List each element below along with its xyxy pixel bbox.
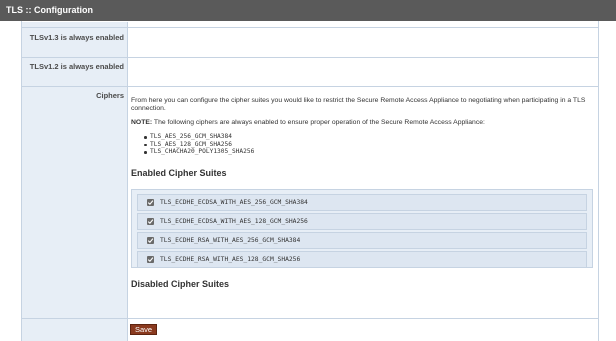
tls12-label: TLSv1.2 is always enabled — [29, 62, 124, 71]
row-divider — [22, 318, 598, 319]
ciphers-label: Ciphers — [96, 91, 124, 100]
suite-item[interactable]: TLS_ECDHE_ECDSA_WITH_AES_128_GCM_SHA256 — [137, 213, 587, 230]
ciphers-note: NOTE: The following ciphers are always e… — [131, 119, 593, 127]
list-item: TLS_AES_128_GCM_SHA256 — [144, 141, 254, 149]
enabled-suites-list: TLS_ECDHE_ECDSA_WITH_AES_256_GCM_SHA384 … — [131, 189, 593, 268]
row-divider — [22, 27, 598, 28]
disabled-suites-heading: Disabled Cipher Suites — [131, 279, 230, 289]
note-label: NOTE: — [131, 119, 153, 126]
ciphers-intro: From here you can configure the cipher s… — [131, 97, 586, 112]
suite-item[interactable]: TLS_ECDHE_ECDSA_WITH_AES_256_GCM_SHA384 — [137, 194, 587, 211]
save-button[interactable]: Save — [130, 324, 157, 335]
list-item: TLS_AES_256_GCM_SHA384 — [144, 133, 254, 141]
content-column — [127, 22, 598, 341]
list-item: TLS_CHACHA20_POLY1305_SHA256 — [144, 148, 254, 156]
note-text: The following ciphers are always enabled… — [152, 119, 485, 126]
enabled-suites-heading: Enabled Cipher Suites — [131, 168, 227, 178]
page-title: TLS :: Configuration — [0, 0, 616, 21]
checkbox-checked-icon[interactable] — [147, 256, 154, 263]
row-divider — [22, 57, 598, 58]
always-enabled-list: TLS_AES_256_GCM_SHA384 TLS_AES_128_GCM_S… — [144, 133, 254, 156]
suite-label: TLS_ECDHE_RSA_WITH_AES_128_GCM_SHA256 — [160, 256, 301, 263]
checkbox-checked-icon[interactable] — [147, 199, 154, 206]
row-divider — [22, 86, 598, 87]
checkbox-checked-icon[interactable] — [147, 218, 154, 225]
suite-item[interactable]: TLS_ECDHE_RSA_WITH_AES_256_GCM_SHA384 — [137, 232, 587, 249]
suite-label: TLS_ECDHE_RSA_WITH_AES_256_GCM_SHA384 — [160, 237, 301, 244]
tls13-label: TLSv1.3 is always enabled — [29, 33, 124, 42]
checkbox-checked-icon[interactable] — [147, 237, 154, 244]
suite-label: TLS_ECDHE_ECDSA_WITH_AES_128_GCM_SHA256 — [160, 218, 308, 225]
suite-item[interactable]: TLS_ECDHE_RSA_WITH_AES_128_GCM_SHA256 — [137, 251, 587, 268]
suite-label: TLS_ECDHE_ECDSA_WITH_AES_256_GCM_SHA384 — [160, 199, 308, 206]
